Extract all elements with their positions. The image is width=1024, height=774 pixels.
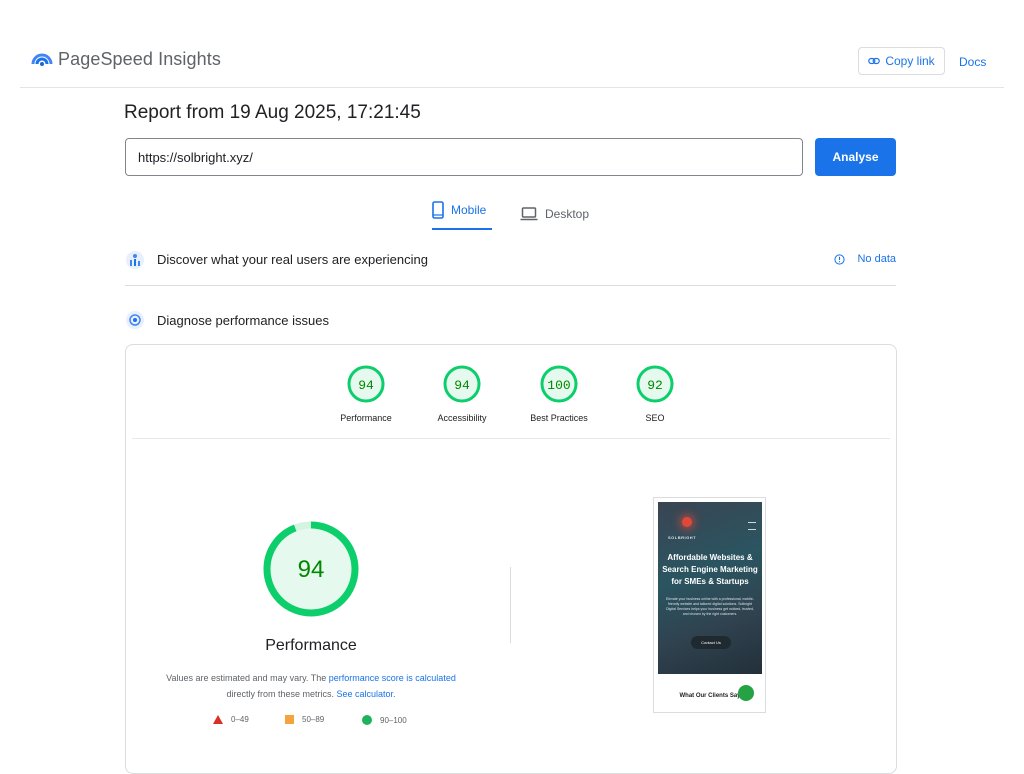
legend-pass: 90–100 <box>362 715 407 725</box>
no-data-label: No data <box>857 253 896 265</box>
score-best-practices-value: 100 <box>547 378 570 393</box>
copy-link-button[interactable]: Copy link <box>858 47 945 75</box>
url-input[interactable] <box>125 138 803 176</box>
score-gauge-seo[interactable]: 92 SEO <box>615 364 695 423</box>
top-app-bar: PageSpeed Insights Copy link Docs <box>20 40 1004 88</box>
screenshot-hero: SOLBRIGHT Affordable Websites & Search E… <box>658 502 762 674</box>
page-screenshot[interactable]: SOLBRIGHT Affordable Websites & Search E… <box>653 497 766 713</box>
diagnose-heading: Diagnose performance issues <box>157 312 329 328</box>
see-calculator-link[interactable]: See calculator. <box>336 689 395 699</box>
docs-link[interactable]: Docs <box>959 55 986 69</box>
legend-average: 50–89 <box>285 715 324 724</box>
score-gauge-accessibility[interactable]: 94 Accessibility <box>422 364 502 423</box>
results-card <box>125 344 897 774</box>
score-best-practices-label: Best Practices <box>530 413 588 423</box>
copy-link-label: Copy link <box>885 54 935 68</box>
real-users-section: Discover what your real users are experi… <box>125 248 896 286</box>
pagespeed-logo-icon <box>31 53 53 66</box>
perf-desc-prefix: Values are estimated and may vary. The <box>166 673 329 683</box>
vertical-divider <box>510 567 511 643</box>
gauge-ring-icon: 92 <box>636 365 674 403</box>
brand[interactable]: PageSpeed Insights <box>31 48 221 70</box>
score-seo-value: 92 <box>647 378 663 393</box>
gauge-divider <box>132 438 890 439</box>
link-icon <box>868 57 881 65</box>
score-performance-label: Performance <box>340 413 392 423</box>
circle-icon <box>362 715 372 725</box>
perf-desc-middle: directly from these metrics. <box>226 689 337 699</box>
laptop-icon <box>520 207 538 221</box>
square-icon <box>285 715 294 724</box>
app-name: PageSpeed Insights <box>58 48 221 69</box>
gauge-ring-icon: 94 <box>443 365 481 403</box>
no-data-status[interactable]: No data <box>834 253 896 265</box>
performance-score-value: 94 <box>298 556 325 583</box>
legend-fail-range: 0–49 <box>231 715 249 724</box>
legend-average-range: 50–89 <box>302 715 325 724</box>
score-performance-value: 94 <box>358 378 374 393</box>
tab-mobile[interactable]: Mobile <box>432 198 492 230</box>
info-icon <box>834 253 846 265</box>
screenshot-headline: Affordable Websites & Search Engine Mark… <box>662 553 758 586</box>
screenshot-body: Elevate your business online with a prof… <box>666 597 754 616</box>
smartphone-icon <box>432 201 444 219</box>
triangle-icon <box>213 715 223 724</box>
legend-pass-range: 90–100 <box>380 715 407 725</box>
gauge-ring-icon: 94 <box>347 365 385 403</box>
whatsapp-icon <box>738 685 754 701</box>
report-title: Report from 19 Aug 2025, 17:21:45 <box>124 102 421 123</box>
screenshot-contact-button: Contact Us <box>691 636 731 649</box>
screenshot-glow <box>682 517 692 527</box>
hamburger-icon <box>748 522 756 530</box>
score-calculated-link[interactable]: performance score is calculated <box>329 673 456 683</box>
performance-title: Performance <box>265 637 357 654</box>
diagnose-section: Diagnose performance issues <box>125 310 896 330</box>
real-users-heading: Discover what your real users are experi… <box>157 252 428 267</box>
gauge-ring-icon: 100 <box>540 365 578 403</box>
score-seo-label: SEO <box>645 413 665 423</box>
performance-gauge: 94 <box>263 521 359 617</box>
analyse-button[interactable]: Analyse <box>815 138 896 176</box>
score-accessibility-value: 94 <box>454 378 470 393</box>
tab-mobile-label: Mobile <box>451 203 487 217</box>
tab-desktop[interactable]: Desktop <box>520 198 589 238</box>
performance-description: Values are estimated and may vary. The p… <box>151 670 471 702</box>
screenshot-brand: SOLBRIGHT <box>668 535 697 540</box>
users-chart-icon <box>126 250 144 269</box>
score-gauge-performance[interactable]: 94 Performance <box>326 364 406 423</box>
legend-fail: 0–49 <box>213 715 249 724</box>
score-accessibility-label: Accessibility <box>437 413 487 423</box>
diagnose-icon <box>126 311 144 329</box>
score-gauge-best-practices[interactable]: 100 Best Practices <box>519 364 599 423</box>
tab-desktop-label: Desktop <box>545 207 590 221</box>
